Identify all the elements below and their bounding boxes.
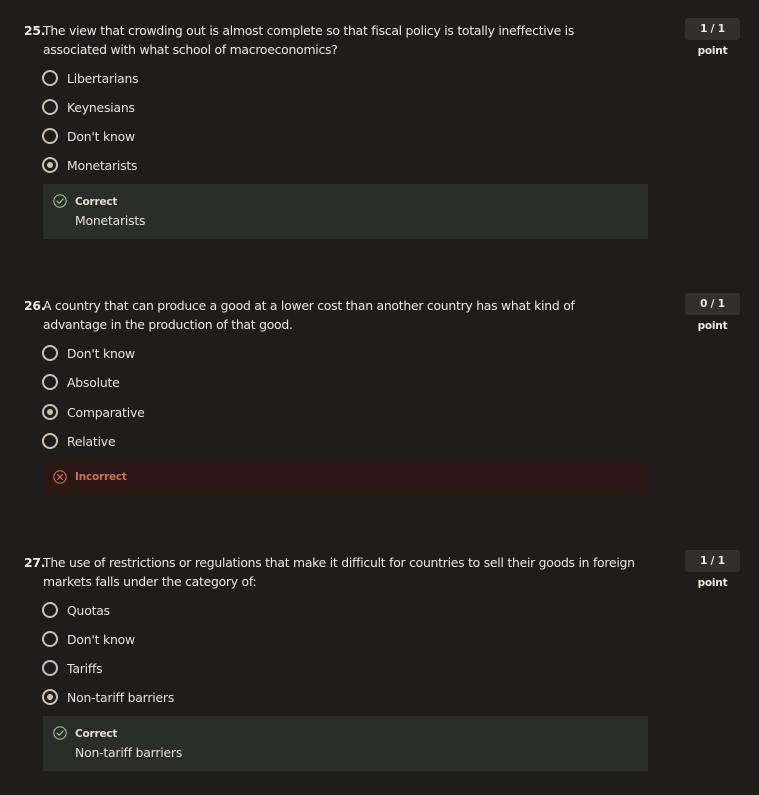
feedback-status: Correct	[75, 196, 118, 208]
check-circle-icon	[53, 194, 67, 208]
answer-option-selected[interactable]: Monetarists	[42, 155, 138, 175]
feedback-status: Correct	[75, 728, 118, 740]
radio-button[interactable]	[42, 345, 58, 361]
radio-button-selected[interactable]	[42, 689, 58, 705]
radio-button[interactable]	[42, 99, 58, 115]
answer-option[interactable]: Quotas	[42, 600, 110, 620]
radio-button[interactable]	[42, 433, 58, 449]
radio-button[interactable]	[42, 128, 58, 144]
radio-button-selected[interactable]	[42, 157, 58, 173]
feedback-answer: Monetarists	[75, 213, 146, 228]
option-label: Relative	[67, 433, 116, 449]
feedback-correct: Correct Monetarists	[43, 184, 648, 239]
option-label: Don't know	[67, 631, 135, 647]
answer-option[interactable]: Keynesians	[42, 97, 135, 117]
answer-option[interactable]: Libertarians	[42, 68, 139, 88]
x-circle-icon	[53, 470, 67, 484]
feedback-status: Incorrect	[75, 471, 127, 483]
feedback-incorrect: Incorrect	[43, 460, 648, 494]
option-label: Don't know	[67, 345, 135, 361]
answer-option[interactable]: Absolute	[42, 372, 120, 392]
radio-button[interactable]	[42, 631, 58, 647]
answer-option[interactable]: Tariffs	[42, 658, 103, 678]
question-prompt: 27. The use of restrictions or regulatio…	[24, 553, 639, 591]
option-label: Comparative	[67, 404, 145, 420]
radio-button-selected[interactable]	[42, 404, 58, 420]
question-text: A country that can produce a good at a l…	[43, 298, 575, 332]
option-label: Monetarists	[67, 157, 138, 173]
option-label: Tariffs	[67, 660, 103, 676]
option-label: Keynesians	[67, 99, 135, 115]
option-label: Absolute	[67, 374, 120, 390]
question-number: 26.	[24, 298, 46, 313]
question-prompt: 25. The view that crowding out is almost…	[24, 21, 639, 59]
answer-option[interactable]: Don't know	[42, 126, 135, 146]
check-circle-icon	[53, 726, 67, 740]
question-number: 25.	[24, 23, 46, 38]
radio-button[interactable]	[42, 70, 58, 86]
question-prompt: 26. A country that can produce a good at…	[24, 296, 639, 334]
question-text: The view that crowding out is almost com…	[43, 23, 575, 57]
feedback-correct: Correct Non-tariff barriers	[43, 716, 648, 771]
radio-button[interactable]	[42, 374, 58, 390]
answer-option[interactable]: Don't know	[42, 629, 135, 649]
score-badge: 0 / 1 point	[685, 293, 740, 332]
question-text: The use of restrictions or regulations t…	[43, 555, 635, 589]
radio-button[interactable]	[42, 602, 58, 618]
radio-button[interactable]	[42, 660, 58, 676]
answer-option[interactable]: Don't know	[42, 343, 135, 363]
option-label: Quotas	[67, 602, 110, 618]
score-badge: 1 / 1 point	[685, 550, 740, 589]
question-number: 27.	[24, 555, 46, 570]
answer-option-selected[interactable]: Comparative	[42, 402, 145, 422]
option-label: Libertarians	[67, 70, 139, 86]
option-label: Non-tariff barriers	[67, 689, 175, 705]
score-badge: 1 / 1 point	[685, 18, 740, 57]
answer-option[interactable]: Relative	[42, 431, 116, 451]
feedback-answer: Non-tariff barriers	[75, 745, 183, 760]
option-label: Don't know	[67, 128, 135, 144]
answer-option-selected[interactable]: Non-tariff barriers	[42, 687, 174, 707]
